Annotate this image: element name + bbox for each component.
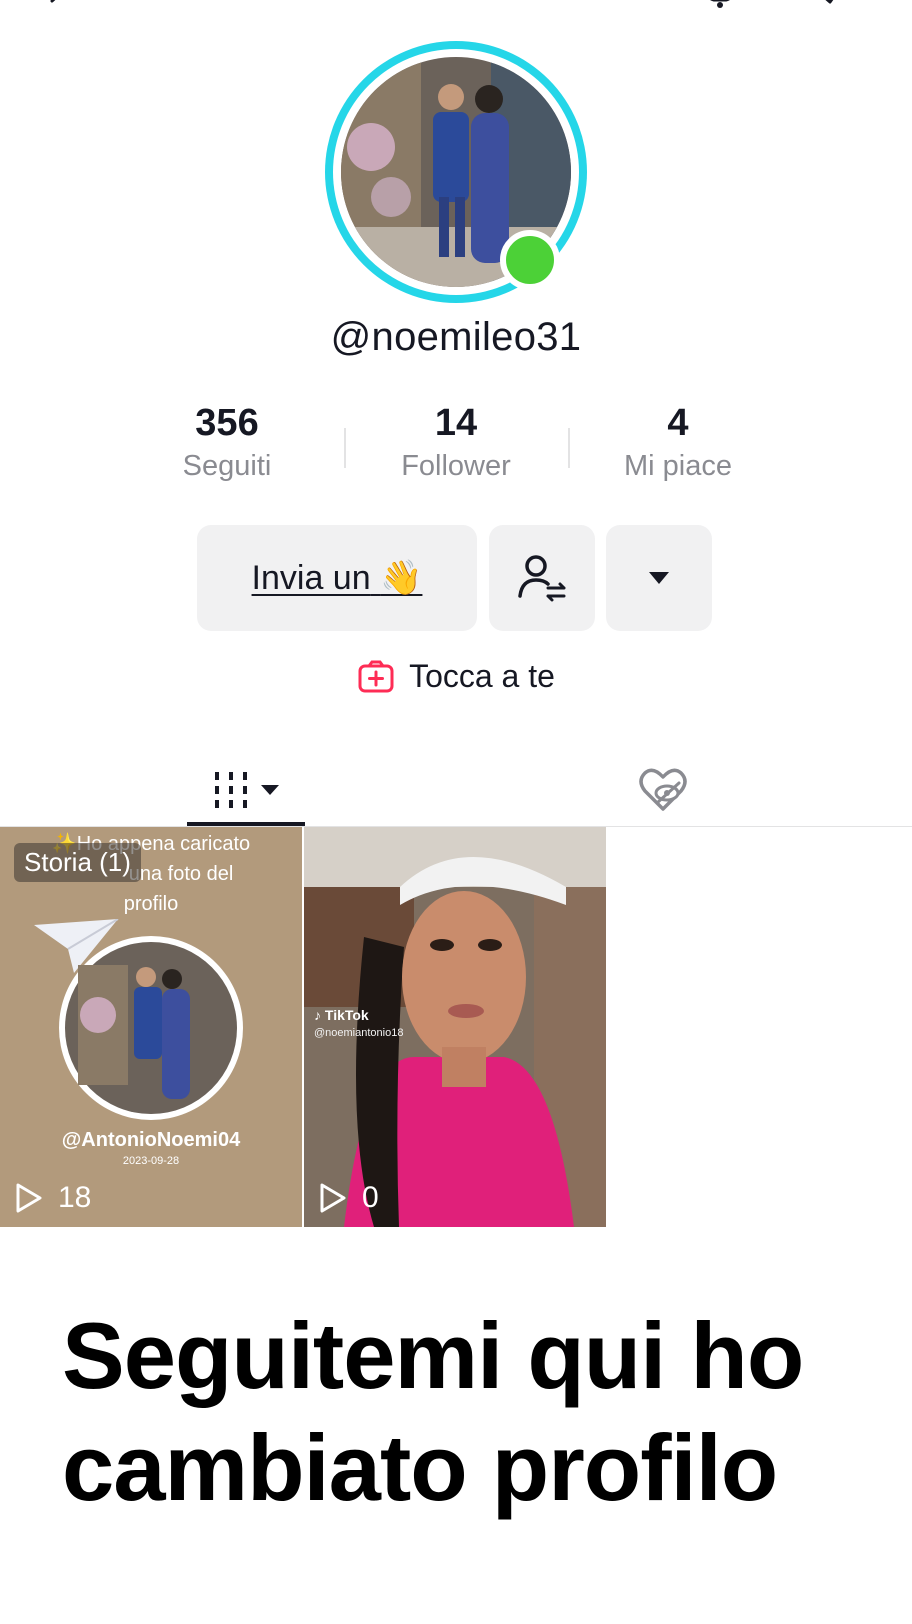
story-badge: Storia (1) [14, 843, 141, 882]
grid-icon [215, 772, 247, 808]
stat-followers[interactable]: 14 Follower [344, 400, 568, 486]
tocca-a-te-label: Tocca a te [409, 658, 555, 694]
stat-likes[interactable]: 4 Mi piace [566, 400, 790, 486]
person-switch-icon [518, 555, 566, 602]
play-icon [320, 1183, 346, 1213]
tiktok-watermark: ♪ TikTok [314, 1007, 369, 1023]
stat-likes-count: 4 [667, 402, 689, 444]
more-options-button[interactable] [606, 525, 712, 631]
stat-likes-label: Mi piace [624, 450, 732, 482]
caret-down-icon [649, 572, 669, 584]
tocca-a-te-button[interactable]: Tocca a te [0, 658, 912, 695]
username: @noemileo31 [330, 315, 582, 359]
tab-caret-icon [261, 785, 279, 795]
video-1-views: 18 [14, 1181, 91, 1215]
video-2-view-count: 0 [362, 1181, 379, 1214]
tiktok-watermark-handle: @noemiantonio18 [314, 1027, 404, 1039]
video-2-views: 0 [318, 1181, 379, 1215]
video-1-handle: @AntonioNoemi04 [61, 1129, 241, 1151]
play-icon [16, 1183, 42, 1213]
stat-following[interactable]: 356 Seguiti [115, 400, 339, 486]
online-status-dot [500, 230, 560, 290]
stat-followers-label: Follower [401, 450, 511, 482]
video-1-caption-line3: profilo [123, 893, 179, 915]
tiktok-watermark-brand: TikTok [324, 1007, 369, 1023]
heart-hidden-icon [639, 768, 687, 811]
send-wave-label: Invia un 👋 [252, 558, 423, 598]
stat-following-label: Seguiti [182, 450, 272, 482]
video-tile-2[interactable]: ♪ TikTok @noemiantonio18 0 [304, 827, 606, 1227]
tab-liked-videos[interactable] [618, 750, 708, 830]
video-1-date: 2023-09-28 [122, 1155, 180, 1167]
suggested-friends-button[interactable] [489, 525, 595, 631]
send-wave-text: Invia un [251, 559, 371, 597]
stat-following-count: 356 [195, 402, 259, 444]
add-story-icon [358, 660, 394, 692]
video-1-view-count: 18 [58, 1181, 92, 1214]
video-tile-1[interactable]: ✨Ho appena caricato una foto del profilo… [0, 827, 302, 1227]
share-icon[interactable] [810, 0, 850, 12]
stat-followers-count: 14 [434, 402, 478, 444]
overlay-caption-line1: Seguitemi qui ho [62, 1303, 804, 1408]
overlay-caption-line2: cambiato profilo [62, 1415, 778, 1520]
video-1-avatar-image [59, 936, 243, 1120]
back-icon[interactable] [46, 0, 68, 12]
overlay-caption: Seguitemi qui ho cambiato profilo [62, 1300, 862, 1524]
wave-emoji: 👋 [380, 559, 423, 597]
send-wave-button[interactable]: Invia un 👋 [197, 525, 477, 631]
notification-icon[interactable] [700, 0, 740, 12]
tab-videos[interactable] [187, 750, 305, 830]
